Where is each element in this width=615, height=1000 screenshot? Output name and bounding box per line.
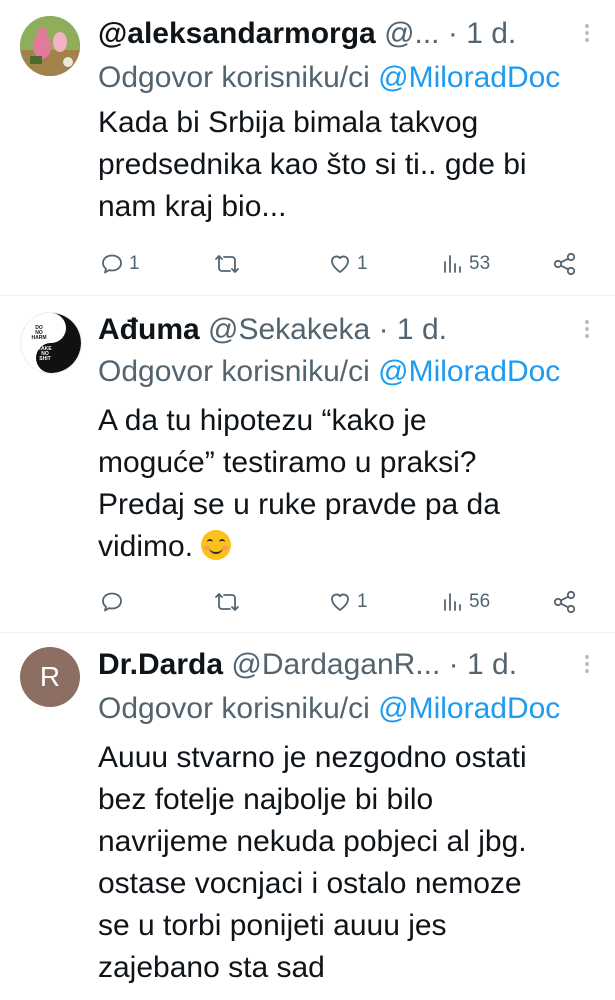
timestamp[interactable]: 1 d. [397,313,447,346]
avatar[interactable]: DO NO HARM TAKE NO SHIT [20,312,82,374]
share-button[interactable] [552,247,578,281]
more-options-icon[interactable] [583,320,591,341]
tweet-text-line: Auuu stvarno je nezgodno ostati [98,741,527,774]
avatar-caption-bottom: TAKE NO SHIT [38,346,52,362]
user-handle[interactable]: @Sekakeka [208,313,370,346]
tweet-header: Ađuma @Sekakeka · 1 d. [98,310,585,350]
display-name[interactable]: Ađuma [98,313,200,346]
more-options-icon[interactable] [583,655,591,676]
separator-dot: · [448,648,459,681]
reply-context-label: Odgovor korisniku/ci [98,692,370,725]
mention-link[interactable]: @MiloradDoc [378,355,560,388]
tweet-text-line: predsednika kao što si ti.. gde bi [98,148,527,181]
user-handle[interactable]: @DardaganR... [231,648,440,681]
tweet-text-line: vidimo. [98,526,595,568]
tweet-header: @aleksandarmorga @... · 1 d. [98,14,585,54]
avatar-initial: R [39,661,61,692]
mention-link[interactable]: @MiloradDoc [378,61,560,94]
avatar-caption-top: DO NO HARM [31,325,47,341]
views-button[interactable]: 56 [440,585,490,619]
tweet-text: A da tu hipotezu “kako je moguće” testir… [98,400,595,568]
tweet-text: Kada bi Srbija bimala takvog predsednika… [98,102,595,228]
reply-button[interactable]: 1 [100,247,140,281]
mention-link[interactable]: @MiloradDoc [378,692,560,725]
separator-dot: · [378,313,389,346]
views-button[interactable]: 53 [440,247,490,281]
share-icon [553,252,576,276]
share-icon [553,590,576,614]
like-button[interactable]: 1 [328,585,368,619]
share-button[interactable] [552,585,578,619]
action-bar: 1 56 [98,585,598,619]
tweet-text-line: moguće” testiramo u praksi? [98,446,477,479]
heart-icon [331,593,349,611]
reply-context: Odgovor korisniku/ci @MiloradDoc [98,352,615,392]
like-count: 1 [357,591,368,612]
retweet-icon [215,255,239,273]
timestamp[interactable]: 1 d. [466,17,516,50]
smiling-face-emoji [201,530,232,560]
reply-context-label: Odgovor korisniku/ci [98,355,370,388]
heart-icon [331,255,349,273]
tweet-text-line: navrijeme nekuda pobjeci al jbg. [98,825,527,858]
tweet-text-line: Predaj se u ruke pravde pa da [98,488,500,521]
bar-chart-icon [444,593,461,611]
reply-tweet[interactable]: R Dr.Darda @DardaganR... · 1 d. Odgovor … [0,633,615,1000]
retweet-button[interactable] [214,247,245,281]
display-name[interactable]: Dr.Darda [98,648,223,681]
tweet-text-line: se u torbi ponijeti auuu jes [98,909,447,942]
reply-count: 1 [129,253,140,274]
tweet-text-line: zajebano sta sad [98,951,325,984]
tweet-text: Auuu stvarno je nezgodno ostati bez fote… [98,737,595,989]
separator-dot: · [447,17,458,50]
tweet-text-line: bez fotelje najbolje bi bilo [98,783,434,816]
tweet-header: Dr.Darda @DardaganR... · 1 d. [98,645,585,685]
like-count: 1 [357,253,368,274]
action-bar: 1 1 53 [98,247,598,281]
reply-icon [102,254,122,274]
reply-context-label: Odgovor korisniku/ci [98,61,370,94]
reply-tweet[interactable]: @aleksandarmorga @... · 1 d. Odgovor kor… [0,0,615,295]
reply-context: Odgovor korisniku/ci @MiloradDoc [98,689,615,729]
avatar[interactable]: R [20,647,80,707]
like-button[interactable]: 1 [328,247,368,281]
reply-icon [102,592,122,612]
bar-chart-icon [444,255,461,273]
reply-tweet[interactable]: DO NO HARM TAKE NO SHIT Ađuma @Sekakeka … [0,296,615,632]
tweet-text-line: Kada bi Srbija bimala takvog [98,106,479,139]
reply-context: Odgovor korisniku/ci @MiloradDoc [98,58,615,98]
reply-button[interactable] [100,585,129,619]
timestamp[interactable]: 1 d. [467,648,517,681]
retweet-button[interactable] [214,585,245,619]
yin-yang-avatar-image [21,313,81,373]
tweet-text-line: ostase vocnjaci i ostalo nemoze [98,867,522,900]
avatar[interactable] [20,16,80,76]
view-count: 56 [469,591,491,612]
more-options-icon[interactable] [583,24,591,45]
user-handle[interactable]: @... [384,17,439,50]
display-name[interactable]: @aleksandarmorga [98,17,376,50]
retweet-icon [215,593,239,611]
avatar-image [20,16,80,76]
tweet-text-line: A da tu hipotezu “kako je [98,404,427,437]
view-count: 53 [469,253,491,274]
tweet-text-line: nam kraj bio... [98,190,287,223]
